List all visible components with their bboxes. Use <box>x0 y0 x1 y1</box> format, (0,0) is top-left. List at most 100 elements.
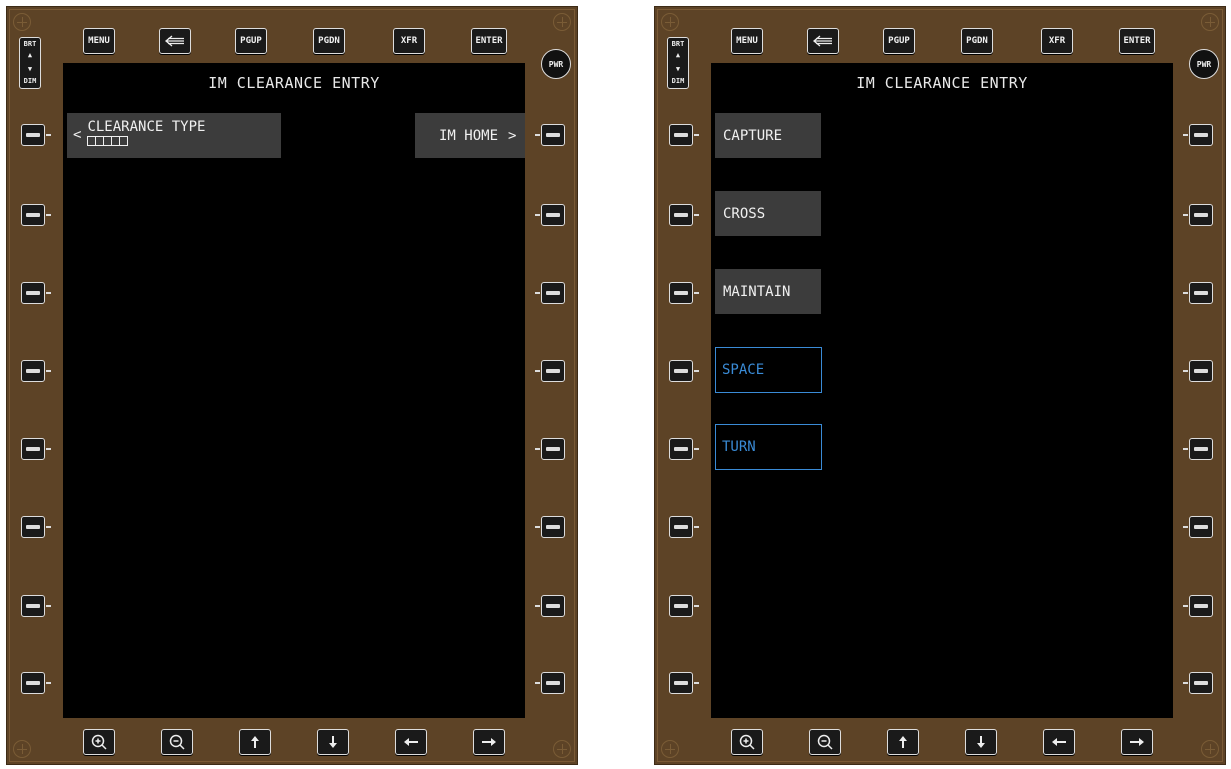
lsk-right-5[interactable] <box>1183 438 1213 460</box>
screw-icon <box>661 13 679 31</box>
dim-label: DIM <box>23 77 37 85</box>
zoom-out-icon <box>817 734 833 750</box>
lsk-right-2[interactable] <box>535 204 565 226</box>
page-title: IM CLEARANCE ENTRY <box>856 74 1028 92</box>
back-arrow-icon <box>164 35 184 47</box>
arrow-up-icon <box>899 736 907 748</box>
lsk-right-7[interactable] <box>1183 595 1213 617</box>
scroll-up-key[interactable] <box>887 729 919 755</box>
lsk-left-4[interactable] <box>21 360 51 382</box>
lsk-left-8[interactable] <box>21 672 51 694</box>
option-turn[interactable]: TURN <box>715 424 822 470</box>
lsk-right-4[interactable] <box>1183 360 1213 382</box>
zoom-in-icon <box>91 734 107 750</box>
screw-icon <box>13 740 31 758</box>
clearance-type-label: CLEARANCE TYPE <box>87 119 206 135</box>
lsk-left-5[interactable] <box>669 438 699 460</box>
lsk-left-4[interactable] <box>669 360 699 382</box>
option-space[interactable]: SPACE <box>715 347 822 393</box>
cdu-left: BRT ▲ ▼ DIM MENU PGUP PGDN XFR ENTER PWR… <box>6 6 578 765</box>
right-caret-icon: > <box>508 127 517 144</box>
lsk-left-2[interactable] <box>21 204 51 226</box>
brt-up-icon: ▲ <box>675 51 681 59</box>
dim-label: DIM <box>671 77 685 85</box>
lsk-left-6[interactable] <box>669 516 699 538</box>
enter-key[interactable]: ENTER <box>1119 28 1155 54</box>
lsk-left-7[interactable] <box>669 595 699 617</box>
enter-key[interactable]: ENTER <box>471 28 507 54</box>
lsk-right-6[interactable] <box>535 516 565 538</box>
scroll-down-key[interactable] <box>965 729 997 755</box>
arrow-right-icon <box>482 738 496 746</box>
lsk-left-7[interactable] <box>21 595 51 617</box>
im-home-label: IM HOME <box>439 127 499 144</box>
scroll-left-key[interactable] <box>395 729 427 755</box>
pgup-key[interactable]: PGUP <box>883 28 915 54</box>
back-arrow-icon <box>812 35 832 47</box>
lsk-right-5[interactable] <box>535 438 565 460</box>
zoom-in-icon <box>739 734 755 750</box>
xfr-key[interactable]: XFR <box>1041 28 1073 54</box>
arrow-right-icon <box>1130 738 1144 746</box>
power-button[interactable]: PWR <box>541 49 571 79</box>
arrow-down-icon <box>977 736 985 748</box>
lsk-right-6[interactable] <box>1183 516 1213 538</box>
menu-key[interactable]: MENU <box>83 28 115 54</box>
power-button[interactable]: PWR <box>1189 49 1219 79</box>
scroll-right-key[interactable] <box>473 729 505 755</box>
scroll-right-key[interactable] <box>1121 729 1153 755</box>
lsk-left-3[interactable] <box>21 282 51 304</box>
brightness-control[interactable]: BRT ▲ ▼ DIM <box>19 37 41 89</box>
zoom-in-key[interactable] <box>731 729 763 755</box>
lsk-right-2[interactable] <box>1183 204 1213 226</box>
menu-key[interactable]: MENU <box>731 28 763 54</box>
zoom-out-key[interactable] <box>161 729 193 755</box>
lsk-left-2[interactable] <box>669 204 699 226</box>
pgdn-key[interactable]: PGDN <box>313 28 345 54</box>
lsk-left-3[interactable] <box>669 282 699 304</box>
pgup-key[interactable]: PGUP <box>235 28 267 54</box>
back-key[interactable] <box>159 28 191 54</box>
lsk-right-8[interactable] <box>535 672 565 694</box>
lsk-left-1[interactable] <box>21 124 51 146</box>
xfr-key[interactable]: XFR <box>393 28 425 54</box>
lsk-right-7[interactable] <box>535 595 565 617</box>
pgdn-key[interactable]: PGDN <box>961 28 993 54</box>
zoom-out-icon <box>169 734 185 750</box>
left-caret-icon: < <box>73 127 82 143</box>
option-cross[interactable]: CROSS <box>715 191 821 236</box>
lsk-left-6[interactable] <box>21 516 51 538</box>
option-maintain[interactable]: MAINTAIN <box>715 269 821 314</box>
clearance-type-field[interactable]: < CLEARANCE TYPE <box>67 113 281 158</box>
entry-boxes <box>87 136 205 146</box>
lsk-left-1[interactable] <box>669 124 699 146</box>
page-title: IM CLEARANCE ENTRY <box>208 74 380 92</box>
scroll-up-key[interactable] <box>239 729 271 755</box>
cdu-right: BRT ▲ ▼ DIM MENU PGUP PGDN XFR ENTER PWR… <box>654 6 1226 765</box>
lsk-left-5[interactable] <box>21 438 51 460</box>
brightness-control[interactable]: BRT ▲ ▼ DIM <box>667 37 689 89</box>
lsk-left-8[interactable] <box>669 672 699 694</box>
screw-icon <box>553 740 571 758</box>
brt-up-icon: ▲ <box>27 51 33 59</box>
zoom-out-key[interactable] <box>809 729 841 755</box>
arrow-up-icon <box>251 736 259 748</box>
screw-icon <box>13 13 31 31</box>
option-capture[interactable]: CAPTURE <box>715 113 821 158</box>
arrow-left-icon <box>1052 738 1066 746</box>
im-home-field[interactable]: IM HOME > <box>415 113 525 158</box>
display-screen: IM CLEARANCE ENTRY < CLEARANCE TYPE IM H… <box>63 63 525 718</box>
lsk-right-4[interactable] <box>535 360 565 382</box>
arrow-left-icon <box>404 738 418 746</box>
zoom-in-key[interactable] <box>83 729 115 755</box>
arrow-down-icon <box>329 736 337 748</box>
lsk-right-8[interactable] <box>1183 672 1213 694</box>
lsk-right-1[interactable] <box>1183 124 1213 146</box>
scroll-down-key[interactable] <box>317 729 349 755</box>
lsk-right-3[interactable] <box>1183 282 1213 304</box>
scroll-left-key[interactable] <box>1043 729 1075 755</box>
lsk-right-3[interactable] <box>535 282 565 304</box>
back-key[interactable] <box>807 28 839 54</box>
lsk-right-1[interactable] <box>535 124 565 146</box>
screw-icon <box>1201 740 1219 758</box>
